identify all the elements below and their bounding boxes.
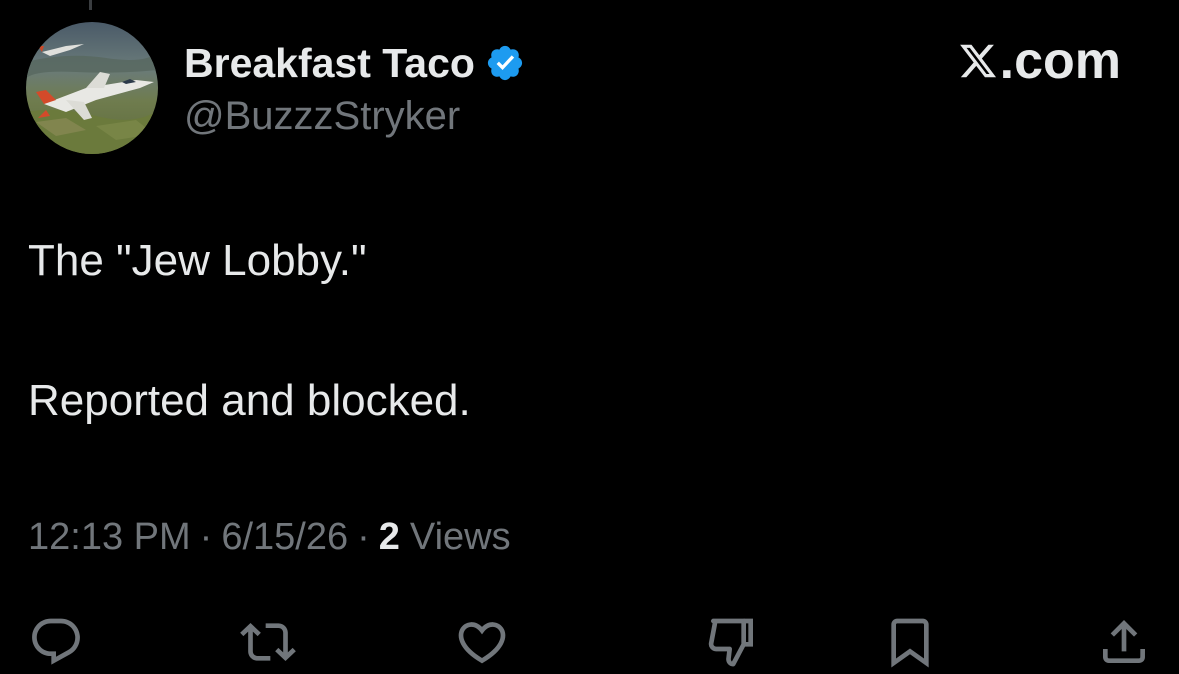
views-label: Views (409, 516, 511, 558)
downvote-icon (708, 618, 753, 667)
meta-separator: · (199, 516, 213, 558)
bookmark-icon (891, 618, 929, 668)
brand-text: .com (999, 32, 1121, 90)
author-display-name[interactable]: Breakfast Taco (184, 40, 475, 87)
author-handle[interactable]: @BuzzzStryker (184, 94, 460, 139)
share-icon (1103, 620, 1145, 663)
meta-separator: · (357, 516, 370, 558)
reply-icon (32, 618, 80, 665)
tweet-meta: 12:13 PM · 6/15/26 · 2 Views (28, 516, 511, 559)
views-count: 2 (378, 516, 400, 558)
tweet-text-line-1: The "Jew Lobby." (28, 236, 367, 285)
verified-badge-icon (485, 43, 525, 83)
author-name-row: Breakfast Taco (184, 38, 525, 88)
like-button[interactable] (452, 614, 512, 674)
avatar-image (26, 22, 158, 154)
thread-connector-line (89, 0, 92, 10)
downvote-button[interactable] (702, 614, 762, 674)
x-logo-icon (958, 41, 998, 81)
tweet-text-line-2: Reported and blocked. (28, 376, 471, 425)
reply-button[interactable] (26, 614, 86, 674)
tweet-time[interactable]: 12:13 PM (28, 516, 191, 559)
tweet-date[interactable]: 6/15/26 (221, 516, 348, 559)
repost-icon (240, 623, 296, 661)
share-button[interactable] (1094, 614, 1154, 674)
brand-watermark: .com (958, 30, 1121, 92)
repost-button[interactable] (238, 614, 298, 674)
like-icon (458, 622, 506, 664)
avatar[interactable] (26, 22, 158, 154)
bookmark-button[interactable] (880, 614, 940, 674)
tweet-action-bar (0, 608, 1179, 668)
